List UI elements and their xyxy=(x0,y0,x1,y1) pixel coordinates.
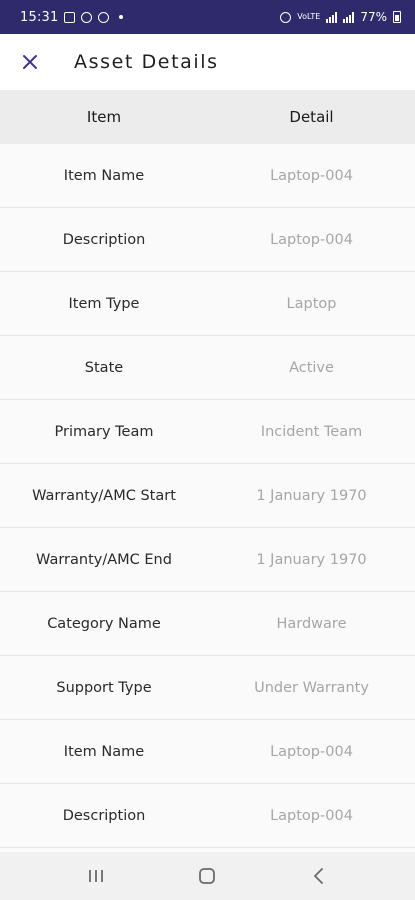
battery-icon xyxy=(393,11,401,23)
row-detail-value: Laptop-004 xyxy=(270,807,353,824)
back-button[interactable] xyxy=(289,856,349,896)
table-row: State Active xyxy=(0,336,415,400)
close-button[interactable] xyxy=(10,42,50,82)
row-item-label: Warranty/AMC Start xyxy=(32,487,176,504)
table-row: Support Type Under Warranty xyxy=(0,656,415,720)
status-bar: 15:31 VoLTE 77% xyxy=(0,0,415,34)
header-item: Item xyxy=(86,108,122,126)
recent-apps-icon xyxy=(88,870,103,882)
table-row: Category Name Hardware xyxy=(0,592,415,656)
row-item-label: Item Name xyxy=(63,167,145,184)
row-item-label: Category Name xyxy=(47,615,161,632)
row-detail-value: Laptop-004 xyxy=(270,743,353,760)
network-label: VoLTE xyxy=(297,12,321,21)
row-item-label: Primary Team xyxy=(54,423,154,440)
table-row: Primary Team Incident Team xyxy=(0,400,415,464)
row-detail-value: Laptop-004 xyxy=(270,231,353,248)
recent-apps-button[interactable] xyxy=(66,856,126,896)
row-detail-value: Laptop-004 xyxy=(270,167,353,184)
row-item-label: Description xyxy=(62,807,146,824)
row-detail-value: Incident Team xyxy=(260,423,363,440)
row-detail-value: 1 January 1970 xyxy=(256,487,367,504)
row-item-label: Item Name xyxy=(63,743,145,760)
status-left: 15:31 xyxy=(20,9,124,25)
alarm-icon xyxy=(280,11,292,23)
app-bar: Asset Details xyxy=(0,34,415,90)
signal-2-icon xyxy=(343,11,355,23)
table-row: Description Laptop-004 xyxy=(0,784,415,848)
screen: 15:31 VoLTE 77% Asset Details Item Detai… xyxy=(0,0,415,900)
row-item-label: Support Type xyxy=(56,679,152,696)
row-detail-value: Active xyxy=(289,359,334,376)
status-right: VoLTE 77% xyxy=(280,10,401,24)
battery-percent: 77% xyxy=(360,10,387,24)
table-row: Warranty/AMC Start 1 January 1970 xyxy=(0,464,415,528)
row-item-label: Item Type xyxy=(68,295,140,312)
system-nav-bar xyxy=(0,852,415,900)
row-item-label: State xyxy=(84,359,124,376)
table-row: Item Type Laptop xyxy=(0,272,415,336)
gallery-icon xyxy=(64,11,76,23)
row-item-label: Description xyxy=(62,231,146,248)
home-button[interactable] xyxy=(177,856,237,896)
table-row: Warranty/AMC End 1 January 1970 xyxy=(0,528,415,592)
phone-icon xyxy=(98,11,110,23)
page-title: Asset Details xyxy=(74,51,219,73)
table-row: Description Laptop-004 xyxy=(0,208,415,272)
home-icon xyxy=(199,868,216,884)
header-detail: Detail xyxy=(289,108,334,126)
row-detail-value: Under Warranty xyxy=(254,679,369,696)
table-header: Item Detail xyxy=(0,90,415,144)
row-detail-value: Hardware xyxy=(276,615,347,632)
signal-icon xyxy=(326,11,338,23)
back-icon xyxy=(314,868,324,884)
row-detail-value: Laptop xyxy=(286,295,337,312)
notification-dot-icon xyxy=(119,15,124,19)
sync-icon xyxy=(81,11,93,23)
status-time: 15:31 xyxy=(20,9,59,25)
row-item-label: Warranty/AMC End xyxy=(36,551,172,568)
asset-details-table: Item Detail Item Name Laptop-004 Descrip… xyxy=(0,90,415,848)
row-detail-value: 1 January 1970 xyxy=(256,551,367,568)
table-row: Item Name Laptop-004 xyxy=(0,720,415,784)
table-row: Item Name Laptop-004 xyxy=(0,144,415,208)
close-icon xyxy=(23,55,37,69)
